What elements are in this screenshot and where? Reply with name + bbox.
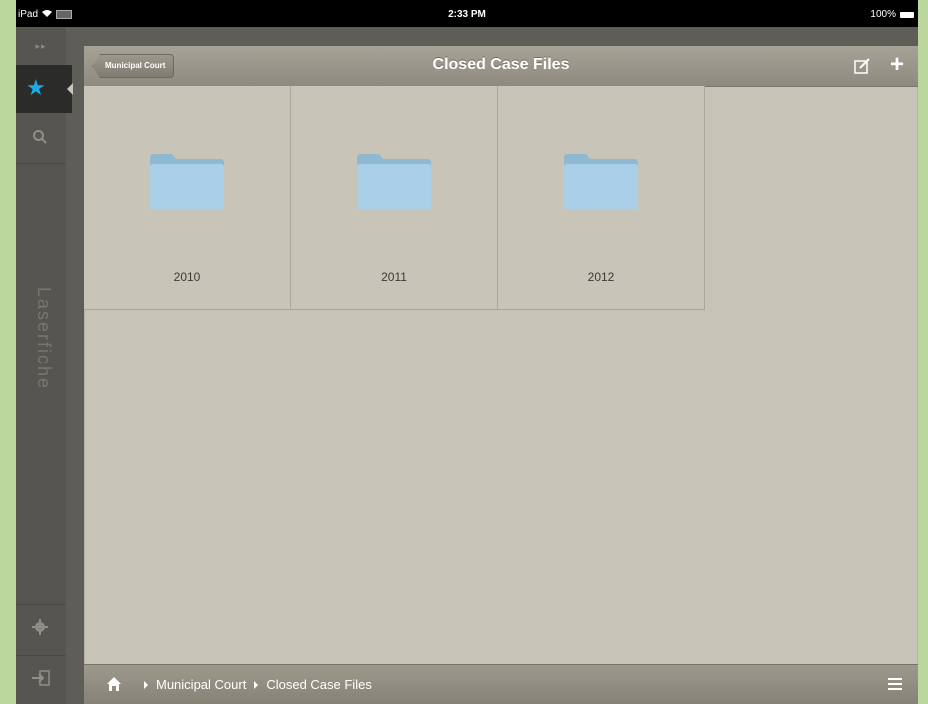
- edit-button[interactable]: [854, 58, 870, 79]
- gear-icon: [32, 619, 48, 640]
- logout-icon: [32, 670, 50, 691]
- status-right: 100%: [870, 9, 914, 20]
- folder-tile[interactable]: 2010: [84, 86, 291, 310]
- battery-percent: 100%: [870, 9, 896, 20]
- bottom-toolbar: Municipal Court Closed Case Files: [84, 664, 918, 704]
- folder-icon: [150, 152, 224, 215]
- main-panel: Municipal Court Closed Case Files + 2010…: [84, 46, 918, 704]
- sidebar-item-favorites[interactable]: ★: [16, 65, 73, 113]
- sidebar-collapse-button[interactable]: ▸▸: [16, 27, 66, 65]
- breadcrumb-item[interactable]: Closed Case Files: [266, 677, 372, 692]
- sidebar-item-logout[interactable]: [16, 655, 66, 704]
- breadcrumb-item[interactable]: Municipal Court: [156, 677, 246, 692]
- breadcrumb: Municipal Court Closed Case Files: [144, 677, 372, 692]
- home-icon[interactable]: [106, 676, 122, 695]
- folder-label: 2012: [587, 270, 615, 284]
- status-time: 2:33 PM: [448, 9, 486, 20]
- list-icon[interactable]: [888, 678, 902, 693]
- ipad-screen: iPad 2:33 PM 100% ▸▸ ★ Laserfiche Munici…: [16, 0, 918, 704]
- breadcrumb-separator-icon: [254, 680, 259, 689]
- folder-tile[interactable]: 2011: [291, 86, 498, 310]
- sidebar-item-settings[interactable]: [16, 604, 66, 653]
- folder-grid: 2010 2011 2012: [84, 86, 705, 310]
- folder-tile[interactable]: 2012: [498, 86, 705, 310]
- breadcrumb-separator-icon: [144, 680, 148, 689]
- folder-icon: [357, 152, 431, 215]
- page-title: Closed Case Files: [432, 56, 570, 73]
- folder-label: 2010: [173, 270, 201, 284]
- sidebar: ▸▸ ★ Laserfiche: [16, 27, 73, 704]
- edit-icon: [854, 58, 870, 78]
- search-icon: [32, 129, 48, 150]
- selection-arrow: [67, 83, 73, 95]
- folder-icon: [564, 152, 638, 215]
- star-icon: ★: [26, 75, 46, 100]
- navigation-bar: Municipal Court Closed Case Files +: [84, 46, 918, 87]
- add-button[interactable]: +: [890, 51, 904, 79]
- brand-logo: Laserfiche: [34, 287, 54, 391]
- sidebar-item-search[interactable]: [16, 115, 66, 164]
- folder-label: 2011: [381, 270, 407, 284]
- plus-icon: +: [889, 51, 904, 78]
- battery-icon: [900, 11, 914, 18]
- status-bar: iPad 2:33 PM 100%: [16, 0, 918, 27]
